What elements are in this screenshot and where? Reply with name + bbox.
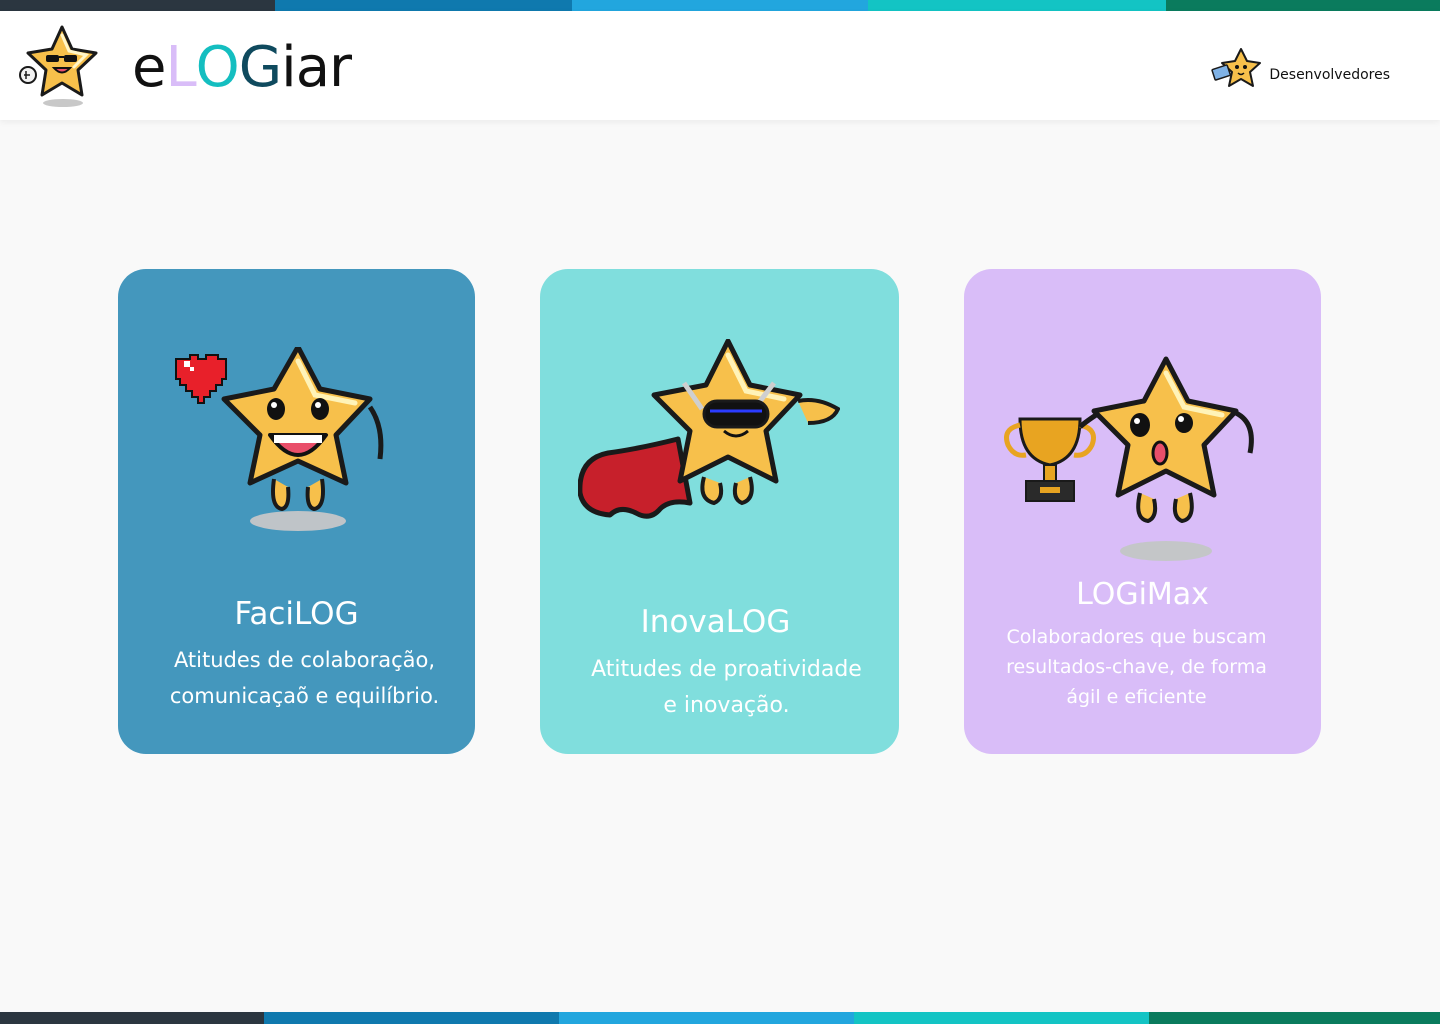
brand-logo[interactable]: e L O G iar xyxy=(132,33,352,103)
card-desc-line-1: Colaboradores que buscam xyxy=(1006,626,1267,648)
card-desc-line-3: ágil e eficiente xyxy=(1066,686,1207,708)
card-title: FaciLOG xyxy=(234,596,359,632)
card-title: InovaLOG xyxy=(640,604,791,640)
star-superhero-mascot-icon xyxy=(578,339,840,519)
card-logimax[interactable]: LOGiMax Colaboradores que buscam resulta… xyxy=(964,269,1321,754)
developers-label: Desenvolvedores xyxy=(1269,67,1390,83)
card-desc-line-2: resultados-chave, de forma xyxy=(1006,656,1267,678)
card-desc-line-2: e inovação. xyxy=(663,693,790,718)
card-inovalog[interactable]: InovaLOG Atitudes de proatividade e inov… xyxy=(540,269,899,754)
brand-letter-l: L xyxy=(165,35,196,100)
card-desc-line-2: comunicaçaõ e equilíbrio. xyxy=(169,684,440,708)
star-trophy-mascot-icon xyxy=(1004,356,1254,561)
app-header: e L O G iar Desenvolvedores xyxy=(0,11,1440,120)
bottom-color-stripe xyxy=(0,1012,1440,1024)
brand-letter-e: e xyxy=(132,35,166,100)
brand-letter-g: G xyxy=(238,35,282,100)
card-facilog[interactable]: FaciLOG Atitudes de colaboração, comunic… xyxy=(118,269,475,754)
card-desc-line-1: Atitudes de colaboração, xyxy=(173,648,436,672)
star-laptop-mascot-icon xyxy=(1211,48,1262,87)
star-heart-mascot-icon xyxy=(175,347,384,531)
card-title: LOGiMax xyxy=(1076,577,1209,612)
top-color-stripe xyxy=(0,0,1440,11)
star-sunglasses-logo-icon[interactable] xyxy=(16,23,104,107)
card-desc-line-1: Atitudes de proatividade xyxy=(591,657,862,682)
brand-letters-iar: iar xyxy=(281,35,352,100)
developers-link[interactable]: Desenvolvedores xyxy=(1211,47,1390,91)
brand-letter-o: O xyxy=(195,35,240,100)
